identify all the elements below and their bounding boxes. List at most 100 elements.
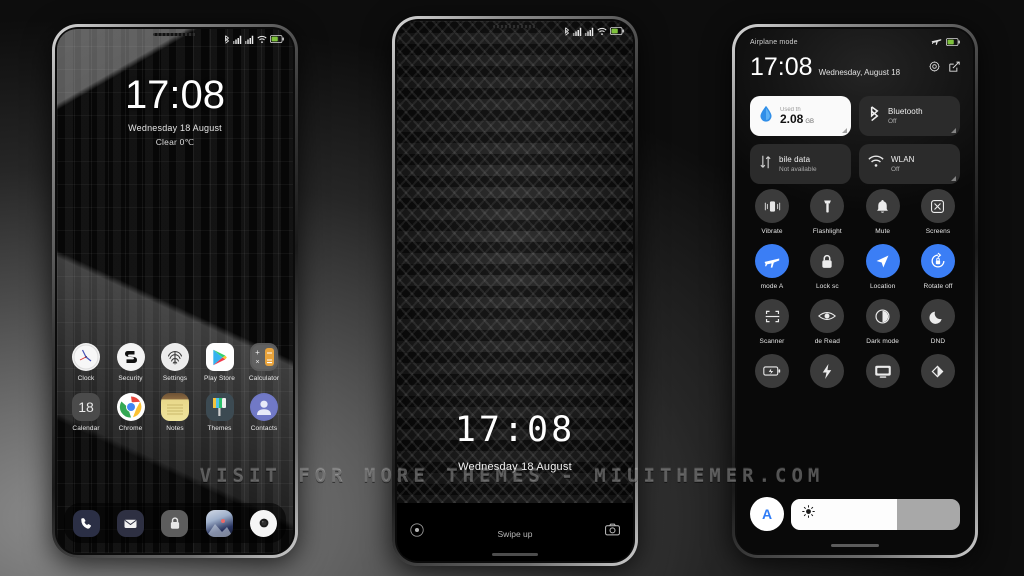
app-contacts[interactable]: Contacts (243, 393, 285, 432)
app-label: Chrome (118, 425, 143, 432)
toggle-dark-mode[interactable]: Dark mode (858, 299, 908, 345)
themes-icon (205, 393, 234, 421)
cc-toggle-grid: Vibrate Flashlight Mute Screens mode A L… (747, 189, 963, 402)
toggle-reading-contrast[interactable] (913, 354, 963, 393)
app-label: Notes (166, 425, 184, 432)
airplane-icon (931, 33, 942, 51)
earpiece-speaker (153, 33, 197, 36)
flashlight-icon (810, 189, 845, 223)
home-indicator[interactable] (831, 544, 879, 547)
dock-phone-button[interactable] (72, 509, 100, 537)
phone-1-home-screen: 17:08 Wednesday 18 August Clear 0℃ Clock (52, 24, 298, 558)
dock-messaging-button[interactable] (117, 509, 145, 537)
app-label: Contacts (250, 425, 278, 432)
scan-icon (755, 299, 789, 333)
app-play-store[interactable]: Play Store (199, 343, 241, 382)
toggle-scanner[interactable]: Scanner (747, 299, 797, 345)
home-clock-date: Wednesday 18 August (128, 123, 222, 133)
app-themes[interactable]: Themes (199, 393, 241, 432)
home-indicator[interactable] (492, 553, 538, 556)
app-clock[interactable]: Clock (65, 343, 107, 382)
app-row-2: 18 Calendar Chrome Notes Themes Contacts (65, 393, 285, 432)
toggle-reading-mode[interactable]: de Read (802, 299, 852, 345)
edit-icon[interactable] (949, 59, 960, 77)
airplane-mode-status-label: Airplane mode (750, 38, 798, 46)
app-security[interactable]: Security (110, 343, 152, 382)
app-calendar[interactable]: 18 Calendar (65, 393, 107, 432)
toggle-label: Vibrate (761, 228, 783, 235)
toggle-label: Rotate off (923, 283, 953, 290)
toggle-mute[interactable]: Mute (858, 189, 908, 235)
phone-2-screen: 17:08 Wednesday 18 August Swipe up (397, 21, 633, 561)
toggle-cast-screen[interactable] (858, 354, 908, 393)
battery-saver-icon (755, 354, 789, 388)
phone-3-control-center: Airplane mode 17:08 Wednesday, August 18 (732, 24, 978, 558)
app-label: Clock (77, 375, 95, 382)
vibrate-icon (755, 189, 789, 223)
app-row-1: Clock Security Settings Play Store + × C… (65, 343, 285, 382)
contacts-icon (250, 393, 278, 421)
toggle-vibrate[interactable]: Vibrate (747, 189, 797, 235)
mobile-data-tile[interactable]: bile data Not available (750, 144, 851, 184)
home-clock-time: 17:08 (124, 73, 226, 117)
expand-corner-icon[interactable] (951, 128, 956, 133)
wlan-text: WLAN Off (891, 155, 915, 173)
app-notes[interactable]: Notes (154, 393, 196, 432)
dock-gallery-button[interactable] (205, 509, 233, 537)
lock-bottom-bar: Swipe up (397, 503, 633, 561)
water-drop-icon (759, 105, 773, 127)
app-label: Calendar (72, 425, 100, 432)
toggle-lock-screen[interactable]: Lock sc (802, 244, 852, 290)
signal-1-icon (233, 35, 242, 44)
bell-icon (865, 189, 900, 223)
wifi-icon (868, 155, 884, 173)
eye-icon (810, 299, 845, 333)
toggle-rotate-off[interactable]: Rotate off (913, 244, 963, 290)
cc-clock-row: 17:08 Wednesday, August 18 (750, 55, 960, 80)
app-chrome[interactable]: Chrome (110, 393, 152, 432)
mobile-data-title: bile data (779, 155, 811, 164)
lock-swipe-hint: Swipe up (497, 529, 533, 539)
toggle-location[interactable]: Location (858, 244, 908, 290)
expand-corner-icon[interactable] (842, 128, 847, 133)
calendar-icon: 18 (72, 393, 100, 421)
toggle-row-3: Scanner de Read Dark mode DND (747, 299, 963, 345)
lightning-icon (810, 354, 845, 388)
app-calculator[interactable]: + × Calculator (243, 343, 285, 382)
cast-screen-icon (865, 354, 900, 388)
toggle-battery-saver[interactable] (747, 354, 797, 393)
wlan-tile[interactable]: WLAN Off (859, 144, 960, 184)
gear-icon[interactable] (929, 59, 940, 77)
signal-1-icon (573, 27, 582, 36)
notes-icon (161, 393, 189, 421)
toggle-screenshot[interactable]: Screens (913, 189, 963, 235)
brightness-slider[interactable] (791, 498, 960, 530)
toggle-airplane-mode[interactable]: mode A (747, 244, 797, 290)
phone-2-status-bar (397, 21, 633, 41)
cc-status-bar: Airplane mode (737, 32, 973, 52)
contrast-icon (865, 299, 900, 333)
data-usage-tile[interactable]: Used th 2.08 GB (750, 96, 851, 136)
cc-status-icons (931, 33, 960, 51)
phone-1-screen: 17:08 Wednesday 18 August Clear 0℃ Clock (57, 29, 293, 553)
dock-camera-button[interactable] (250, 509, 278, 537)
lock-clock-widget: 17:08 Wednesday 18 August (397, 413, 633, 474)
app-settings[interactable]: Settings (154, 343, 196, 382)
dock-lock-button[interactable] (161, 509, 189, 537)
expand-corner-icon[interactable] (951, 176, 956, 181)
battery-icon (610, 27, 624, 35)
wifi-icon (257, 35, 267, 44)
security-icon (116, 343, 145, 371)
toggle-row-1: Vibrate Flashlight Mute Screens (747, 189, 963, 235)
wallpaper-showcase: 17:08 Wednesday 18 August Clear 0℃ Clock (0, 0, 1024, 576)
toggle-flashlight[interactable]: Flashlight (802, 189, 852, 235)
toggle-dnd[interactable]: DND (913, 299, 963, 345)
auto-brightness-button[interactable]: A (750, 497, 784, 531)
bluetooth-tile[interactable]: Bluetooth Off (859, 96, 960, 136)
home-weather-text: Clear 0℃ (155, 137, 195, 147)
cc-time: 17:08 (750, 53, 813, 81)
mobile-data-text: bile data Not available (779, 155, 817, 173)
toggle-lightning[interactable] (802, 354, 852, 393)
data-usage-text: Used th 2.08 GB (780, 107, 814, 125)
calculator-icon: + × (250, 343, 278, 371)
